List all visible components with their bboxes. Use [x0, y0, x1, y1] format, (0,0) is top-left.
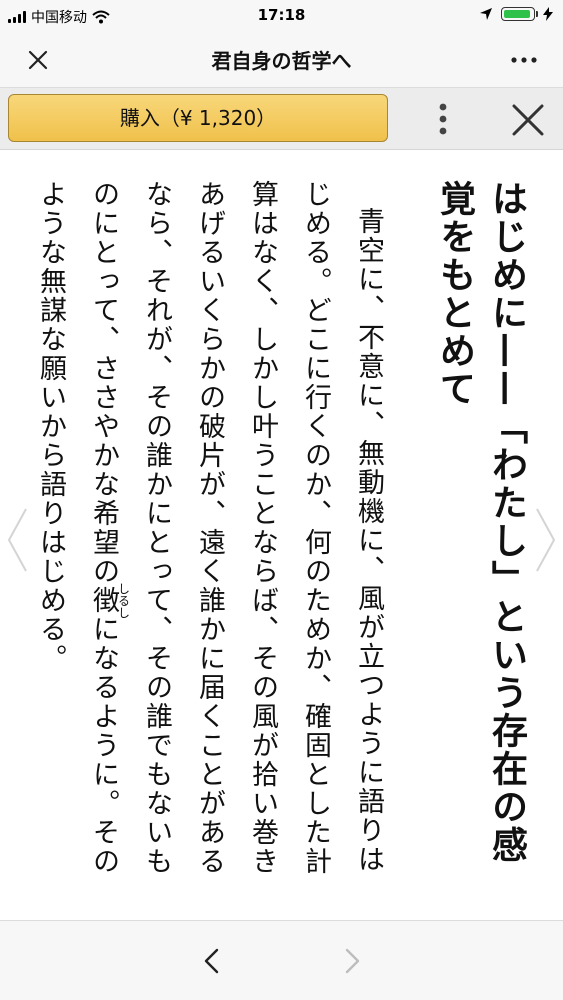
- chevron-right-icon[interactable]: [336, 945, 366, 977]
- paragraph-text-1: 青空に、不意に、無動機に、風が立つように語りはじめる。どこに行くのか、何のためか…: [88, 180, 384, 876]
- ruby-base: 徴: [88, 582, 119, 619]
- chapter-title: はじめに——「わたし」という存在の感覚をもとめて: [434, 180, 528, 864]
- next-page-chevron-icon[interactable]: [533, 505, 559, 575]
- ruby-reading: しるし: [116, 582, 131, 619]
- previous-page-chevron-icon[interactable]: [4, 505, 30, 575]
- charging-bolt-icon: [543, 7, 553, 21]
- paragraph: 青空に、不意に、無動機に、風が立つように語りはじめる。どこに行くのか、何のためか…: [24, 180, 395, 900]
- reader-page: はじめに——「わたし」という存在の感覚をもとめて 青空に、不意に、無動機に、風が…: [0, 150, 563, 920]
- page-title: 君自身の哲学へ: [211, 49, 352, 73]
- reader-toolbar: 購入（¥ 1,320）: [0, 88, 563, 150]
- more-horizontal-icon[interactable]: [507, 46, 541, 74]
- nav-bar: 君自身の哲学へ: [0, 32, 563, 88]
- more-vertical-icon[interactable]: [428, 100, 458, 138]
- chevron-left-icon[interactable]: [198, 945, 228, 977]
- battery-icon: [501, 7, 538, 21]
- status-bar: 中国移动 17:18: [0, 0, 563, 32]
- location-arrow-icon: [480, 8, 492, 20]
- bottom-bar: [0, 920, 563, 1000]
- status-right: [479, 7, 553, 21]
- close-reader-icon[interactable]: [508, 100, 548, 140]
- buy-button[interactable]: 購入（¥ 1,320）: [8, 94, 388, 142]
- ruby-annotation: 徴しるし: [88, 583, 131, 619]
- body-text: 青空に、不意に、無動機に、風が立つように語りはじめる。どこに行くのか、何のためか…: [15, 180, 395, 900]
